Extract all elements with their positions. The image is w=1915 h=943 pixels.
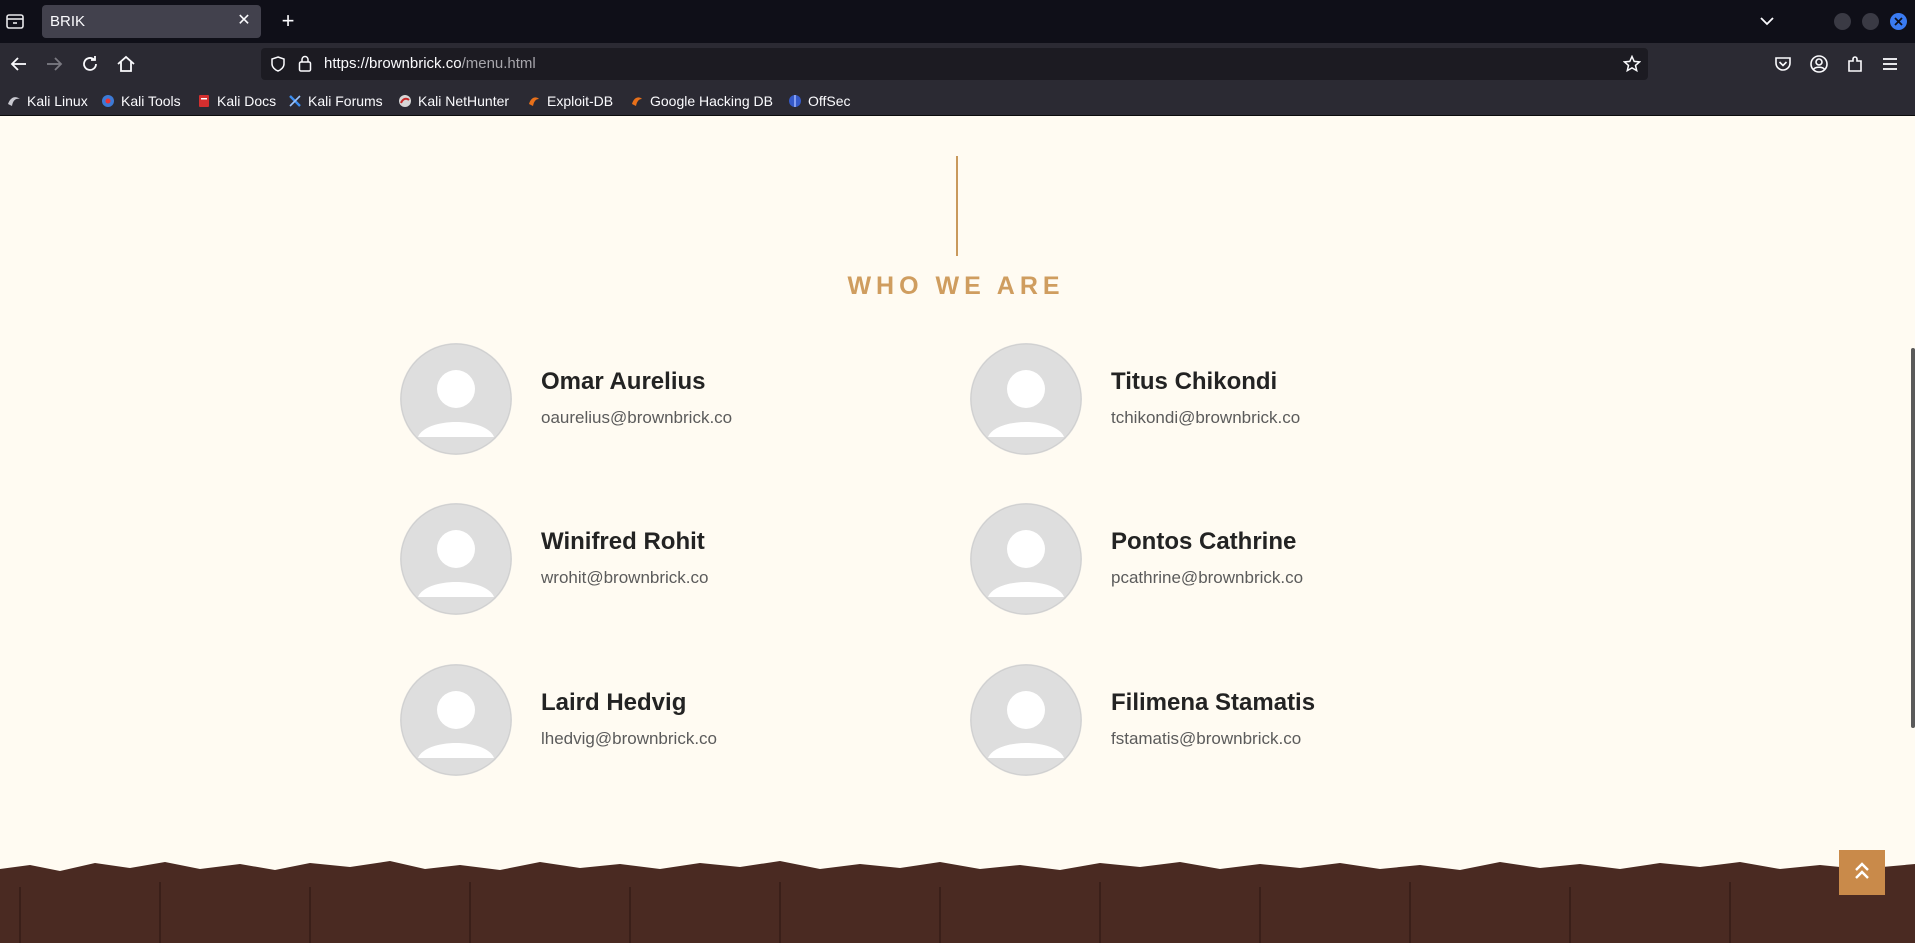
bookmark-offsec[interactable]: OffSec <box>788 91 851 111</box>
lock-icon[interactable] <box>297 55 313 72</box>
avatar-placeholder-icon <box>400 503 512 615</box>
ghdb-icon <box>630 94 644 108</box>
member-name: Winifred Rohit <box>541 528 705 555</box>
browser-tab[interactable]: BRIK ✕ <box>42 5 261 38</box>
bookmark-label: Kali NetHunter <box>418 93 510 109</box>
bookmark-label: Exploit-DB <box>547 93 614 109</box>
bookmark-kali-linux[interactable]: Kali Linux <box>7 91 88 111</box>
section-divider-line <box>956 156 958 256</box>
page-content: WHO WE ARE Omar Aurelius oaurelius@brown… <box>0 116 1915 943</box>
team-member-card: Omar Aurelius oaurelius@brownbrick.co <box>400 343 920 455</box>
browser-navbar: https://brownbrick.co/menu.html <box>0 43 1915 86</box>
exploit-db-icon <box>527 94 541 108</box>
bookmark-label: Kali Forums <box>308 93 383 109</box>
bookmark-kali-forums[interactable]: Kali Forums <box>288 91 383 111</box>
new-tab-icon[interactable]: + <box>276 9 300 33</box>
kali-docs-icon <box>197 94 211 108</box>
bookmark-kali-docs[interactable]: Kali Docs <box>197 91 276 111</box>
extensions-icon[interactable] <box>1845 54 1865 74</box>
maximize-button[interactable] <box>1862 13 1879 30</box>
bookmark-label: Google Hacking DB <box>650 93 773 109</box>
back-arrow-icon[interactable] <box>8 53 30 75</box>
kali-dragon-icon <box>7 94 21 108</box>
member-name: Laird Hedvig <box>541 689 687 716</box>
avatar-placeholder-icon <box>970 343 1082 455</box>
member-name: Filimena Stamatis <box>1111 689 1316 716</box>
url-host: https://brownbrick.co <box>324 55 462 72</box>
member-email: pcathrine@brownbrick.co <box>1111 568 1304 587</box>
member-email: fstamatis@brownbrick.co <box>1111 729 1302 748</box>
forward-arrow-icon[interactable] <box>43 53 65 75</box>
bookmark-label: Kali Linux <box>27 93 88 109</box>
kali-nethunter-icon <box>398 94 412 108</box>
tab-title: BRIK <box>50 13 86 30</box>
offsec-icon <box>788 94 802 108</box>
bookmark-google-hacking-db[interactable]: Google Hacking DB <box>630 91 773 111</box>
pocket-icon[interactable] <box>1773 54 1793 74</box>
bookmark-label: Kali Tools <box>121 93 181 109</box>
browser-titlebar: BRIK ✕ + <box>0 0 1915 43</box>
address-bar[interactable]: https://brownbrick.co/menu.html <box>261 48 1648 80</box>
home-icon[interactable] <box>115 53 137 75</box>
bookmark-kali-tools[interactable]: Kali Tools <box>101 91 181 111</box>
avatar-placeholder-icon <box>970 664 1082 776</box>
window-close-button[interactable] <box>1890 13 1907 30</box>
member-email: lhedvig@brownbrick.co <box>541 729 718 748</box>
team-member-card: Titus Chikondi tchikondi@brownbrick.co <box>970 343 1490 455</box>
section-title: WHO WE ARE <box>847 272 1065 300</box>
member-email: wrohit@brownbrick.co <box>541 568 709 587</box>
member-name: Omar Aurelius <box>541 368 706 395</box>
tracking-shield-icon[interactable] <box>270 56 286 72</box>
avatar-placeholder-icon <box>400 664 512 776</box>
page-scrollbar[interactable] <box>1911 348 1915 728</box>
team-member-card: Winifred Rohit wrohit@brownbrick.co <box>400 503 920 615</box>
bookmark-label: OffSec <box>808 93 851 109</box>
bookmark-exploit-db[interactable]: Exploit-DB <box>527 91 613 111</box>
url-path: /menu.html <box>461 55 536 72</box>
back-to-top-button[interactable] <box>1839 850 1885 895</box>
bookmarks-toolbar: Kali Linux Kali Tools Kali Docs Kali For… <box>0 86 1915 116</box>
reload-icon[interactable] <box>79 53 101 75</box>
bookmark-label: Kali Docs <box>217 93 277 109</box>
brick-footer <box>0 857 1915 943</box>
kali-forums-icon <box>288 94 302 108</box>
team-member-card: Filimena Stamatis fstamatis@brownbrick.c… <box>970 664 1490 776</box>
menu-hamburger-icon[interactable] <box>1880 54 1900 74</box>
kali-tools-icon <box>101 94 115 108</box>
member-email: oaurelius@brownbrick.co <box>541 408 733 427</box>
member-name: Titus Chikondi <box>1111 368 1278 395</box>
team-member-card: Laird Hedvig lhedvig@brownbrick.co <box>400 664 920 776</box>
bookmark-star-icon[interactable] <box>1622 54 1642 73</box>
avatar-placeholder-icon <box>970 503 1082 615</box>
avatar-placeholder-icon <box>400 343 512 455</box>
minimize-button[interactable] <box>1834 13 1851 30</box>
member-name: Pontos Cathrine <box>1111 528 1297 555</box>
tab-close-icon[interactable]: ✕ <box>235 12 253 30</box>
chevron-down-icon[interactable] <box>1757 11 1777 31</box>
url-text[interactable]: https://brownbrick.co/menu.html <box>324 55 536 72</box>
team-member-card: Pontos Cathrine pcathrine@brownbrick.co <box>970 503 1490 615</box>
member-email: tchikondi@brownbrick.co <box>1111 408 1301 427</box>
tab-list-icon[interactable] <box>5 11 25 31</box>
bookmark-kali-nethunter[interactable]: Kali NetHunter <box>398 91 509 111</box>
account-icon[interactable] <box>1809 54 1829 74</box>
